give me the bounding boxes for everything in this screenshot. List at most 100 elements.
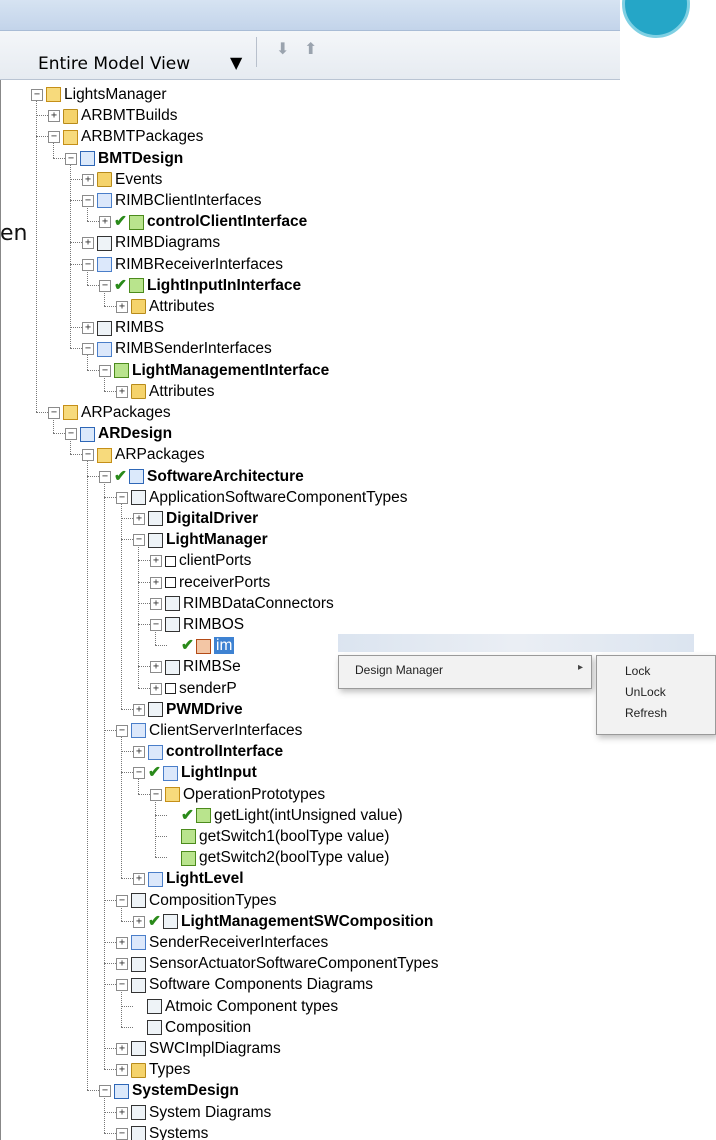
expand-icon[interactable]: +: [48, 110, 60, 123]
tree-node[interactable]: − OperationPrototypes: [150, 784, 325, 805]
menu-item-lock[interactable]: Lock: [625, 664, 650, 678]
tree-node[interactable]: − SystemDesign: [99, 1080, 239, 1101]
menu-item-refresh[interactable]: Refresh: [625, 706, 667, 720]
collapse-icon[interactable]: −: [82, 449, 94, 462]
collapse-icon[interactable]: −: [116, 1127, 128, 1140]
tree-node[interactable]: + RIMBDataConnectors: [150, 593, 334, 614]
expand-icon[interactable]: +: [116, 1042, 128, 1055]
tree-node[interactable]: − CompositionTypes: [116, 890, 277, 911]
menu-item-design-manager[interactable]: Design Manager: [355, 663, 443, 677]
tree-node[interactable]: ✔ getLight(intUnsigned value): [167, 805, 403, 826]
tree-node[interactable]: − RIMBOS: [150, 614, 244, 635]
collapse-icon[interactable]: −: [116, 491, 128, 504]
tree-node[interactable]: − Systems: [116, 1123, 208, 1140]
tree-node[interactable]: − LightManager: [133, 529, 268, 550]
expand-icon[interactable]: +: [150, 682, 162, 695]
expand-icon[interactable]: +: [116, 958, 128, 971]
expand-icon[interactable]: +: [116, 936, 128, 949]
expand-icon[interactable]: +: [116, 1106, 128, 1119]
collapse-icon[interactable]: −: [31, 88, 43, 101]
collapse-icon[interactable]: −: [99, 364, 111, 377]
tree-node[interactable]: + LightLevel: [133, 868, 244, 889]
collapse-icon[interactable]: −: [116, 724, 128, 737]
tree-node[interactable]: + senderP: [150, 678, 237, 699]
tree-node[interactable]: Composition: [133, 1017, 251, 1038]
tree-node[interactable]: + clientPorts: [150, 550, 251, 571]
model-view-select[interactable]: Entire Model View: [38, 51, 190, 77]
tree-node[interactable]: + receiverPorts: [150, 572, 270, 593]
tree-node[interactable]: − LightManagementInterface: [99, 360, 329, 381]
tree-node[interactable]: + RIMBSe: [150, 656, 241, 677]
expand-icon[interactable]: +: [133, 873, 145, 886]
move-down-button[interactable]: ⬇: [276, 39, 289, 58]
tree-node[interactable]: + ✔ controlClientInterface: [99, 211, 307, 232]
tree-node[interactable]: − ClientServerInterfaces: [116, 720, 302, 741]
expand-icon[interactable]: +: [150, 576, 162, 589]
collapse-icon[interactable]: −: [65, 428, 77, 441]
tree-node[interactable]: + SWCImplDiagrams: [116, 1038, 281, 1059]
collapse-icon[interactable]: −: [133, 767, 145, 780]
tree-node[interactable]: + Attributes: [116, 381, 214, 402]
tree-node[interactable]: + ✔ LightManagementSWComposition: [133, 911, 433, 932]
tree-node[interactable]: − ARBMTPackages: [48, 126, 203, 147]
collapse-icon[interactable]: −: [82, 194, 94, 207]
collapse-icon[interactable]: −: [133, 534, 145, 547]
tree-node[interactable]: − LightsManager: [31, 84, 167, 105]
tree-node[interactable]: + PWMDrive: [133, 699, 243, 720]
expand-icon[interactable]: +: [116, 385, 128, 398]
tree-node[interactable]: + SenderReceiverInterfaces: [116, 932, 328, 953]
expand-icon[interactable]: +: [82, 237, 94, 250]
tree-node[interactable]: − ARDesign: [65, 423, 172, 444]
chevron-down-icon[interactable]: ▼: [230, 53, 242, 73]
collapse-icon[interactable]: −: [99, 279, 111, 292]
tree-node[interactable]: + Events: [82, 169, 162, 190]
tree-node[interactable]: − ✔ SoftwareArchitecture: [99, 466, 304, 487]
collapse-icon[interactable]: −: [150, 788, 162, 801]
collapse-icon[interactable]: −: [48, 131, 60, 144]
tree-node[interactable]: + controlInterface: [133, 741, 283, 762]
tree-node[interactable]: + Attributes: [116, 296, 214, 317]
expand-icon[interactable]: +: [150, 661, 162, 674]
expand-icon[interactable]: +: [150, 597, 162, 610]
move-up-button[interactable]: ⬆: [304, 39, 317, 58]
tree-node[interactable]: Atmoic Component types: [133, 996, 338, 1017]
expand-icon[interactable]: +: [133, 915, 145, 928]
expand-icon[interactable]: +: [133, 512, 145, 525]
tree-node[interactable]: + Types: [116, 1059, 190, 1080]
tree-node[interactable]: − RIMBClientInterfaces: [82, 190, 261, 211]
tree-node[interactable]: + RIMBS: [82, 317, 164, 338]
tree-node[interactable]: − ✔ LightInput: [133, 762, 257, 783]
collapse-icon[interactable]: −: [116, 894, 128, 907]
tree-node[interactable]: ✔ im: [167, 635, 235, 656]
expand-icon[interactable]: +: [116, 1064, 128, 1077]
tree-node[interactable]: getSwitch1(boolType value): [167, 826, 389, 847]
expand-icon[interactable]: +: [150, 555, 162, 568]
tree-node[interactable]: − ARPackages: [82, 444, 205, 465]
tree-node[interactable]: + System Diagrams: [116, 1102, 271, 1123]
tree-node[interactable]: + ARBMTBuilds: [48, 105, 177, 126]
collapse-icon[interactable]: −: [82, 343, 94, 356]
expand-icon[interactable]: +: [133, 703, 145, 716]
expand-icon[interactable]: +: [99, 216, 111, 229]
tree-node[interactable]: − ARPackages: [48, 402, 171, 423]
tree-node[interactable]: getSwitch2(boolType value): [167, 847, 389, 868]
collapse-icon[interactable]: −: [99, 1085, 111, 1098]
tree-node[interactable]: − Software Components Diagrams: [116, 974, 373, 995]
tree-node[interactable]: − ApplicationSoftwareComponentTypes: [116, 487, 407, 508]
collapse-icon[interactable]: −: [48, 406, 60, 419]
tree-node[interactable]: − RIMBReceiverInterfaces: [82, 254, 283, 275]
tree-node[interactable]: − BMTDesign: [65, 148, 183, 169]
tree-node[interactable]: + RIMBDiagrams: [82, 232, 220, 253]
expand-icon[interactable]: +: [116, 300, 128, 313]
collapse-icon[interactable]: −: [99, 470, 111, 483]
expand-icon[interactable]: +: [82, 173, 94, 186]
tree-node[interactable]: − RIMBSenderInterfaces: [82, 338, 272, 359]
collapse-icon[interactable]: −: [116, 979, 128, 992]
collapse-icon[interactable]: −: [82, 258, 94, 271]
menu-item-unlock[interactable]: UnLock: [625, 685, 666, 699]
tree-node[interactable]: + DigitalDriver: [133, 508, 258, 529]
tree-node[interactable]: − ✔ LightInputInInterface: [99, 275, 301, 296]
expand-icon[interactable]: +: [133, 746, 145, 759]
expand-icon[interactable]: +: [82, 322, 94, 335]
collapse-icon[interactable]: −: [65, 152, 77, 165]
